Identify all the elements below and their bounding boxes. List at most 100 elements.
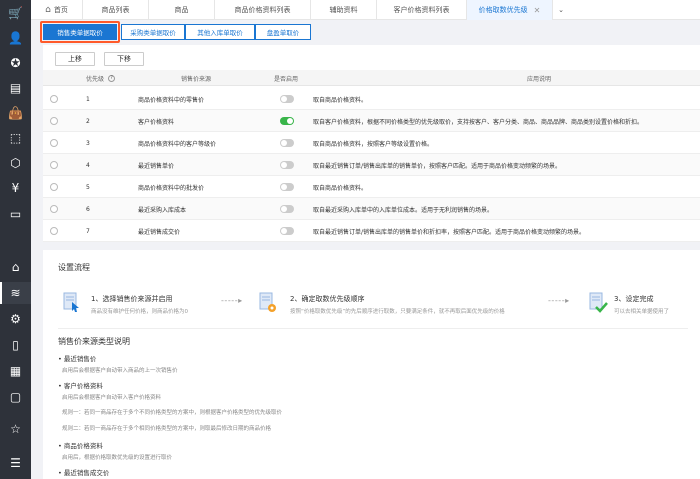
explain-item-line: 启用后，根据价格取数优先级的设置进行取价 [62,455,173,461]
move-down-button[interactable]: 下移 [104,52,144,66]
row-priority: 7 [86,227,90,235]
enable-toggle[interactable] [280,95,294,103]
monitor-icon[interactable]: ▭ [0,203,31,225]
tab-label: 商品价格资料列表 [234,6,291,14]
row-radio[interactable] [50,139,58,147]
row-radio[interactable] [50,117,58,125]
row-priority: 5 [86,183,90,191]
explain-item-label: • 客户价格资料 [58,382,103,390]
enable-toggle[interactable] [280,117,294,125]
bag-icon[interactable]: 👜 [0,102,31,124]
explain-item-label: • 最近销售价 [58,355,97,363]
row-source: 商品价格资料中的批发价 [138,184,205,192]
user-icon[interactable]: 👤 [0,27,31,49]
explain-item-line: 规则二：若同一商品存在于多个相同价格类型的方案中，则取最后修改日期的商品价格 [62,426,272,432]
row-desc: 取自最近销售订单/销售出库单的销售单价和折扣率，按照客户匹配。适用于商品价格变动… [313,228,586,236]
row-radio[interactable] [50,95,58,103]
menu-collapse-icon[interactable]: ☰ [0,452,31,474]
tab-product[interactable]: 商品 [149,0,215,20]
favorite-icon[interactable]: ☆ [0,418,31,440]
table-row[interactable]: 7 最近销售成交价 取自最近销售订单/销售出库单的销售单价和折扣率，按照客户匹配… [43,220,700,242]
table-row[interactable]: 6 最近采购入库成本 取自最近采购入库单中的入库单位成本。适用于无利润销售的场景… [43,198,700,220]
enable-toggle[interactable] [280,161,294,169]
cube-icon[interactable]: ⬡ [0,152,31,174]
row-source: 商品价格资料中的客户等级价 [138,140,217,148]
tab-label: 首页 [53,6,68,14]
cart-icon[interactable]: 🛒 [0,2,31,24]
tab-price-priority[interactable]: 价格取数优先级 ✕ [467,0,553,20]
document-pointer-icon [63,292,79,312]
subtab-inventory-gain[interactable]: 盘盈单取价 [255,24,311,40]
table-row[interactable]: 3 商品价格资料中的客户等级价 取自商品价格资料，按照客户等级设置价格。 [43,132,700,154]
apps-icon[interactable]: ▦ [0,360,31,382]
flow-arrow-icon: - - - - - ▸ [548,296,569,305]
table-row[interactable]: 1 商品价格资料中的零售价 取自商品价格资料。 [43,88,700,110]
tab-product-list[interactable]: 商品列表 [83,0,149,20]
enable-toggle[interactable] [280,227,294,235]
row-desc: 取自商品价格资料。 [313,184,368,192]
layers-icon[interactable]: ≋ [0,282,31,304]
tab-customer-price-list[interactable]: 客户价格资料列表 [377,0,467,20]
subtab-purchase[interactable]: 采购类单据取价 [121,24,185,40]
explain-item-label: • 商品价格资料 [58,442,103,450]
flow-arrow-icon: - - - - - ▸ [221,296,242,305]
message-icon[interactable]: ▢ [0,386,31,408]
row-desc: 取自最近销售订单/销售出库单的销售单价，按照客户匹配。适用于商品价格变动频繁的场… [313,162,562,170]
table-row[interactable]: 2 客户价格资料 取自客户价格资料，根据不同价格类型的优先级取价，支持按客户、客… [43,110,700,132]
header-label: 优先级 [86,75,105,83]
tab-home[interactable]: ⌂ 首页 [31,0,83,20]
enable-toggle[interactable] [280,139,294,147]
row-source: 最近销售单价 [138,162,175,170]
row-radio[interactable] [50,183,58,191]
row-priority: 4 [86,161,90,169]
settings-icon[interactable]: ⚙ [0,308,31,330]
tab-bar: ⌂ 首页 商品列表 商品 商品价格资料列表 辅助资料 客户价格资料列表 价格取数… [31,0,700,20]
tab-aux-data[interactable]: 辅助资料 [311,0,377,20]
row-radio[interactable] [50,227,58,235]
row-desc: 取自最近采购入库单中的入库单位成本。适用于无利润销售的场景。 [313,206,494,214]
row-source: 最近销售成交价 [138,228,181,236]
help-icon[interactable]: ? [108,74,116,82]
move-up-button[interactable]: 上移 [55,52,95,66]
yen-icon[interactable]: ¥ [0,177,31,199]
box-icon[interactable]: ⬚ [0,127,31,149]
row-priority: 1 [86,95,90,103]
document-check-icon [589,292,608,313]
divider [58,328,688,329]
header-enabled: 是否启用 [274,75,299,83]
step-2-title: 2、确定取数优先级顺序 [290,295,365,303]
star-badge-icon[interactable]: ✪ [0,52,31,74]
step-3-desc: 可以去相关单据使用了 [614,309,670,315]
setup-flow-panel [43,250,700,479]
table-row[interactable]: 4 最近销售单价 取自最近销售订单/销售出库单的销售单价，按照客户匹配。适用于商… [43,154,700,176]
tab-label: 商品 [174,6,189,14]
clipboard-icon[interactable]: ▯ [0,334,31,356]
row-source: 最近采购入库成本 [138,206,187,214]
warehouse-icon[interactable]: ⌂ [0,256,31,278]
close-icon[interactable]: ✕ [534,6,541,15]
row-desc: 取自商品价格资料。 [313,96,368,104]
report-icon[interactable]: ▤ [0,77,31,99]
table-row[interactable]: 5 商品价格资料中的批发价 取自商品价格资料。 [43,176,700,198]
sidebar: 🛒 👤 ✪ ▤ 👜 ⬚ ⬡ ¥ ▭ ⌂ ≋ ⚙ ▯ ▦ ▢ ☆ ☰ [0,0,31,479]
tab-product-price-list[interactable]: 商品价格资料列表 [215,0,311,20]
tab-dropdown[interactable]: ⌄ [553,0,569,20]
row-radio[interactable] [50,205,58,213]
explain-item-line: 规则一：若同一商品存在于多个不同价格类型的方案中，则根据客户价格类型的优先级取价 [62,410,283,416]
document-gear-icon [259,292,276,312]
header-source: 销售价来源 [181,75,212,83]
row-radio[interactable] [50,161,58,169]
enable-toggle[interactable] [280,183,294,191]
explain-item-line: 启用后会根据客户自动带入商品的上一次销售价 [62,368,178,374]
row-priority: 2 [86,117,90,125]
flow-title: 设置流程 [58,263,90,272]
row-source: 客户价格资料 [138,118,175,126]
row-source: 商品价格资料中的零售价 [138,96,205,104]
step-1-desc: 商品没有维护任何价格，则商品价格为0 [91,309,189,315]
subtab-other-inbound[interactable]: 其他入库单取价 [185,24,255,40]
step-1-title: 1、选择销售价来源并启用 [91,295,173,303]
explain-item-line: 启用后会根据客户自动带入客户价格资料 [62,395,162,401]
table-header: 优先级 ? 销售价来源 是否启用 应用说明 [43,70,700,86]
enable-toggle[interactable] [280,205,294,213]
tab-label: 价格取数优先级 [478,6,528,14]
